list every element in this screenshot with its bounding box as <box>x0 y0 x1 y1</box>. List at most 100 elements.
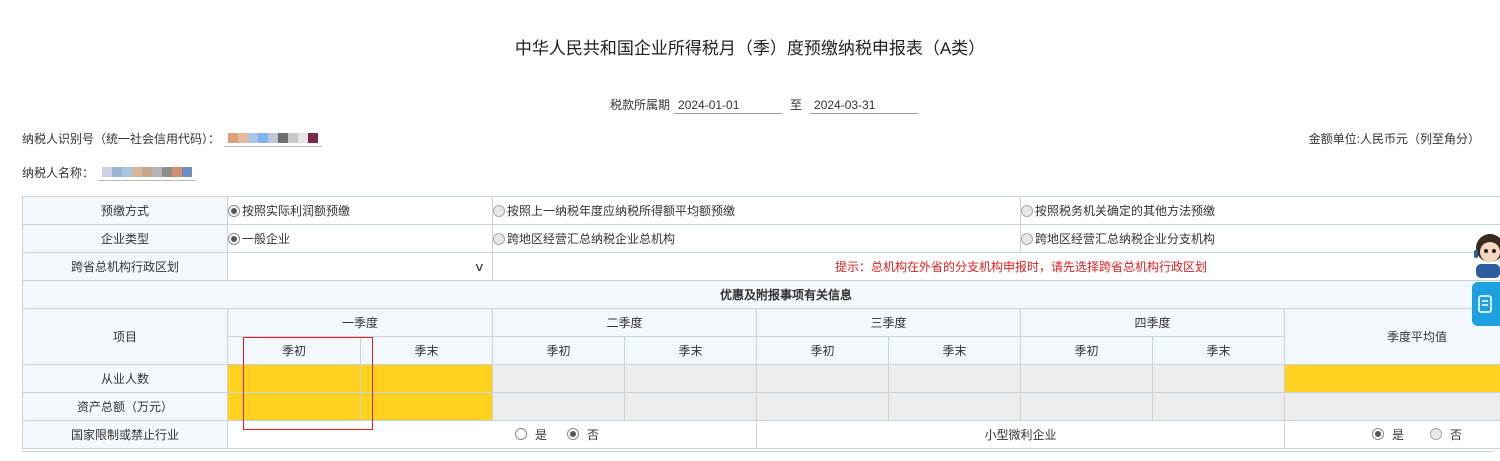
q2-end-employees-input <box>625 365 757 393</box>
redaction-block <box>122 167 132 177</box>
redaction-block <box>258 133 268 143</box>
prepay-opt3[interactable]: 按照税务机关确定的其他方法预缴 <box>1021 197 1500 225</box>
page-title: 中华人民共和国企业所得税月（季）度预缴纳税申报表（A类） <box>0 34 1500 59</box>
restricted-row: 国家限制或禁止行业 是 否 小型微利企业 是 否 <box>23 421 1500 449</box>
small-enterprise-label: 小型微利企业 <box>757 421 1285 449</box>
declaration-table: 预缴方式 按照实际利润额预缴 按照上一纳税年度应纳税所得额平均额预缴 按照税务机… <box>22 196 1500 449</box>
redaction-block <box>152 167 162 177</box>
assets-avg-value: 0 <box>1285 393 1500 421</box>
redaction-block <box>298 133 308 143</box>
redaction-block <box>288 133 298 143</box>
restricted-yes-radio[interactable] <box>515 428 527 440</box>
redaction-block <box>268 133 278 143</box>
small-enterprise-options: 是 否 <box>1285 421 1500 449</box>
q3-begin-assets-input <box>757 393 889 421</box>
begin-end-header-row: 季初 季末 季初 季末 季初 季末 季初 季末 <box>23 337 1500 365</box>
q1-begin-employees-input[interactable] <box>228 365 361 393</box>
quarter-header: 二季度 <box>493 309 757 337</box>
redaction-block <box>132 167 142 177</box>
q2-begin-employees-input <box>493 365 625 393</box>
redaction-block <box>182 167 192 177</box>
q1-begin-header: 季初 <box>228 337 361 365</box>
employees-row: 从业人数 0 <box>23 365 1500 393</box>
period-start-field[interactable]: 2024-01-01 <box>674 97 782 114</box>
enterprise-opt3[interactable]: 跨地区经营汇总纳税企业分支机构 <box>1021 225 1500 253</box>
enterprise-row: 企业类型 一般企业 跨地区经营汇总纳税企业总机构 跨地区经营汇总纳税企业分支机构 <box>23 225 1500 253</box>
employees-avg-value[interactable]: 0 <box>1285 365 1500 393</box>
assistant-avatar-icon[interactable] <box>1470 232 1500 278</box>
q2-end-header: 季末 <box>625 337 757 365</box>
q1-end-header: 季末 <box>361 337 493 365</box>
item-header: 项目 <box>23 309 228 365</box>
radio-disabled-icon <box>493 233 505 245</box>
taxpayer-name-row: 纳税人名称： <box>22 164 196 181</box>
quarter-header: 三季度 <box>757 309 1021 337</box>
restricted-options: 是 否 <box>228 421 757 449</box>
redaction-block <box>102 167 112 177</box>
region-select[interactable]: ∨ <box>228 253 493 281</box>
redaction-block <box>112 167 122 177</box>
region-label: 跨省总机构行政区划 <box>23 253 228 281</box>
redaction-block <box>248 133 258 143</box>
q4-end-employees-input <box>1153 365 1285 393</box>
chevron-down-icon: ∨ <box>474 260 485 274</box>
period-to-label: 至 <box>790 96 802 114</box>
employees-label: 从业人数 <box>23 365 228 393</box>
q3-begin-header: 季初 <box>757 337 889 365</box>
prepay-opt1[interactable]: 按照实际利润额预缴 <box>228 197 493 225</box>
redaction-block <box>228 133 238 143</box>
period-end-field[interactable]: 2024-03-31 <box>810 97 918 114</box>
quarter-header: 四季度 <box>1021 309 1285 337</box>
section-header-row: 优惠及附报事项有关信息 <box>23 281 1500 309</box>
q3-end-header: 季末 <box>889 337 1021 365</box>
preferential-section-title: 优惠及附报事项有关信息 <box>23 281 1500 309</box>
redaction-block <box>142 167 152 177</box>
prepay-opt2[interactable]: 按照上一纳税年度应纳税所得额平均额预缴 <box>493 197 1021 225</box>
redaction-block <box>308 133 318 143</box>
form-icon-button[interactable] <box>1472 282 1500 326</box>
taxpayer-name-label: 纳税人名称： <box>22 164 94 181</box>
q4-begin-header: 季初 <box>1021 337 1153 365</box>
q3-end-assets-input <box>889 393 1021 421</box>
taxpayer-id-value-redacted <box>224 130 322 147</box>
restricted-label: 国家限制或禁止行业 <box>23 421 228 449</box>
q2-end-assets-input <box>625 393 757 421</box>
q4-end-header: 季末 <box>1153 337 1285 365</box>
radio-disabled-icon <box>493 205 505 217</box>
radio-disabled-icon <box>1021 205 1033 217</box>
assets-label: 资产总额（万元） <box>23 393 228 421</box>
region-hint: 提示：总机构在外省的分支机构申报时，请先选择跨省总机构行政区划 <box>493 253 1500 281</box>
quarter-header: 一季度 <box>228 309 493 337</box>
q4-begin-employees-input <box>1021 365 1153 393</box>
small-yes-radio[interactable] <box>1372 428 1384 440</box>
radio-selected-icon <box>228 233 240 245</box>
taxpayer-name-value-redacted <box>98 164 196 181</box>
q2-begin-header: 季初 <box>493 337 625 365</box>
q1-end-employees-input[interactable] <box>361 365 493 393</box>
q3-end-employees-input <box>889 365 1021 393</box>
small-no-radio[interactable] <box>1430 428 1442 440</box>
amount-unit-note: 金额单位:人民币元（列至角分） <box>1309 130 1480 147</box>
taxpayer-id-label: 纳税人识别号（统一社会信用代码）： <box>22 130 220 147</box>
tax-period: 税款所属期 2024-01-01 至 2024-03-31 <box>610 96 918 114</box>
radio-disabled-icon <box>1021 233 1033 245</box>
avg-header: 季度平均值 <box>1285 309 1500 365</box>
q1-begin-assets-input[interactable] <box>228 393 361 421</box>
radio-selected-icon <box>228 205 240 217</box>
redaction-block <box>172 167 182 177</box>
assets-row: 资产总额（万元） 0 <box>23 393 1500 421</box>
quarter-header-row: 项目 一季度 二季度 三季度 四季度 季度平均值 <box>23 309 1500 337</box>
redaction-block <box>238 133 248 143</box>
redaction-block <box>278 133 288 143</box>
q1-end-assets-input[interactable] <box>361 393 493 421</box>
q2-begin-assets-input <box>493 393 625 421</box>
restricted-no-radio[interactable] <box>567 428 579 440</box>
prepay-label: 预缴方式 <box>23 197 228 225</box>
q4-begin-assets-input <box>1021 393 1153 421</box>
enterprise-opt2[interactable]: 跨地区经营汇总纳税企业总机构 <box>493 225 1021 253</box>
q3-begin-employees-input <box>757 365 889 393</box>
enterprise-opt1[interactable]: 一般企业 <box>228 225 493 253</box>
prepay-row: 预缴方式 按照实际利润额预缴 按照上一纳税年度应纳税所得额平均额预缴 按照税务机… <box>23 197 1500 225</box>
q4-end-assets-input <box>1153 393 1285 421</box>
enterprise-label: 企业类型 <box>23 225 228 253</box>
